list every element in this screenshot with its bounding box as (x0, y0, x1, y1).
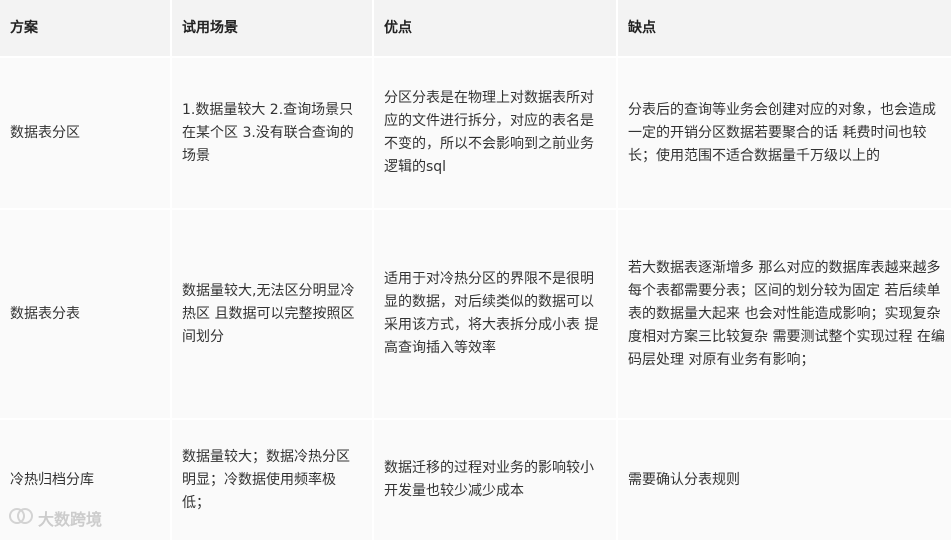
header-scheme: 方案 (0, 0, 170, 56)
cell-cons: 若大数据表逐渐增多 那么对应的数据库表越来越多 每个表都需要分表；区间的划分较为… (618, 210, 951, 418)
header-row: 方案 试用场景 优点 缺点 (0, 0, 951, 56)
cell-cons: 分表后的查询等业务会创建对应的对象，也会造成一定的开销分区数据若要聚合的话 耗费… (618, 58, 951, 208)
logo-icon (8, 506, 38, 530)
cell-scheme: 数据表分区 (0, 58, 170, 208)
cell-scenario: 数据量较大,无法区分明显冷热区 且数据可以完整按照区间划分 (172, 210, 372, 418)
cell-scenario: 数据量较大；数据冷热分区明显；冷数据使用频率极低； (172, 420, 372, 540)
cell-pros: 数据迁移的过程对业务的影响较小 开发量也较少减少成本 (374, 420, 616, 540)
cell-scheme: 数据表分表 (0, 210, 170, 418)
cell-pros: 适用于对冷热分区的界限不是很明显的数据，对后续类似的数据可以采用该方式，将大表拆… (374, 210, 616, 418)
comparison-table: 方案 试用场景 优点 缺点 数据表分区 1.数据量较大 2.查询场景只在某个区 … (0, 0, 951, 542)
header-cons: 缺点 (618, 0, 951, 56)
table-row: 冷热归档分库 数据量较大；数据冷热分区明显；冷数据使用频率极低； 数据迁移的过程… (0, 420, 951, 540)
cell-cons: 需要确认分表规则 (618, 420, 951, 540)
cell-pros: 分区分表是在物理上对数据表所对应的文件进行拆分，对应的表名是不变的，所以不会影响… (374, 58, 616, 208)
header-scenario: 试用场景 (172, 0, 372, 56)
cell-scenario: 1.数据量较大 2.查询场景只在某个区 3.没有联合查询的场景 (172, 58, 372, 208)
table-row: 数据表分区 1.数据量较大 2.查询场景只在某个区 3.没有联合查询的场景 分区… (0, 58, 951, 208)
header-pros: 优点 (374, 0, 616, 56)
watermark-text: 大数跨境 (38, 510, 103, 529)
watermark: 大数跨境 (8, 506, 102, 530)
table-row: 数据表分表 数据量较大,无法区分明显冷热区 且数据可以完整按照区间划分 适用于对… (0, 210, 951, 418)
